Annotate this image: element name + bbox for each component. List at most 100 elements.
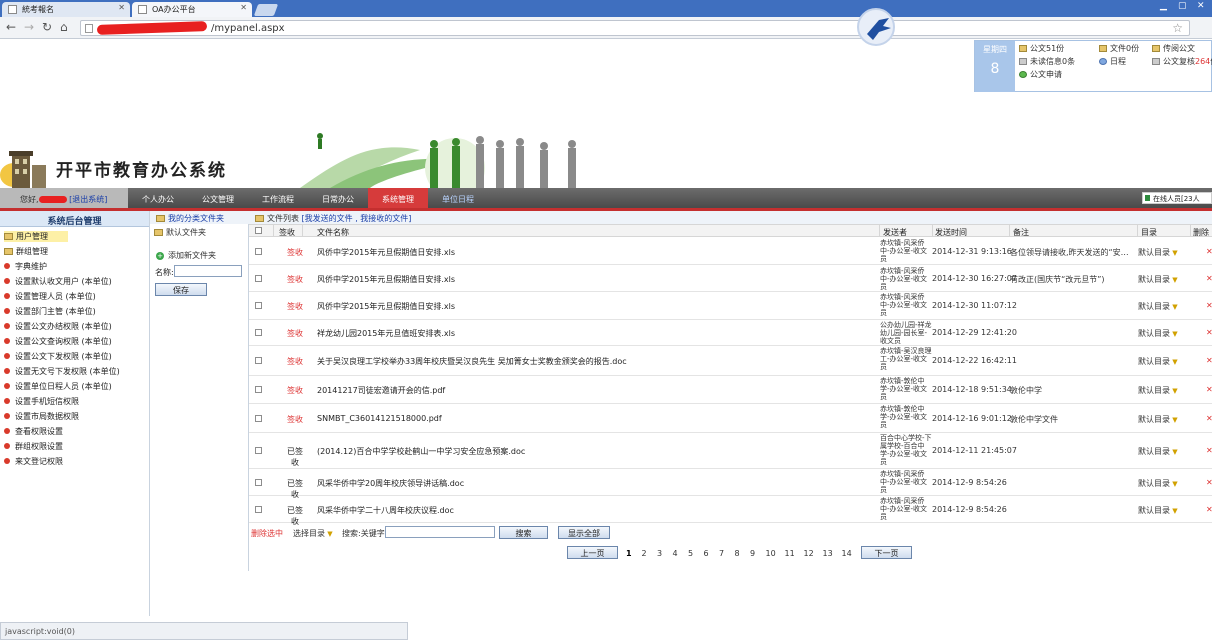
sidebar-item-register-permission[interactable]: 来文登记权限 [4,456,63,467]
file-name-link[interactable]: 风采华侨中学二十八周年校庆议程.doc [317,505,454,516]
nav-system[interactable]: 系统管理 [368,188,428,208]
prev-page-button[interactable]: 上一页 [567,546,618,559]
page-number-link[interactable]: 6 [704,549,709,558]
sidebar-item-dept-head[interactable]: 设置部门主管 (本单位) [4,306,96,317]
browser-tab-2[interactable]: OA办公平台 ✕ [132,2,252,17]
default-folder[interactable]: 默认文件夹 [154,227,206,238]
sidebar-item-issue-permission[interactable]: 设置公文下发权限 (本单位) [4,351,112,362]
sidebar-item-dictionary[interactable]: 字典维护 [4,261,47,272]
window-close-icon[interactable]: ✕ [1197,1,1205,11]
sign-status[interactable]: 签收 [285,385,305,396]
page-number-link[interactable]: 1 [626,549,632,558]
new-tab-button[interactable] [253,4,279,16]
sidebar-item-close-permission[interactable]: 设置公文办结权限 (本单位) [4,321,112,332]
sidebar-item-schedule-staff[interactable]: 设置单位日程人员 (本单位) [4,381,112,392]
info-unread-messages[interactable]: 未读信息0条 [1019,56,1075,67]
table-row[interactable]: 签收 关于吴汉良理工学校举办33周年校庆暨吴汉良先生 吴加箐女士奖教金颁奖会的报告… [249,346,1212,376]
delete-x-icon[interactable]: ✕ [1206,274,1212,283]
delete-selected-link[interactable]: 删除选中 [251,528,283,539]
page-number-link[interactable]: 7 [719,549,724,558]
directory-dropdown[interactable]: 默认目录 ▼ [1138,247,1178,258]
minimize-icon[interactable]: ▁ [1160,1,1167,11]
back-arrow-icon[interactable]: ← [6,20,16,34]
row-checkbox[interactable] [255,357,262,364]
row-checkbox[interactable] [255,415,262,422]
close-tab-icon[interactable]: ✕ [118,3,125,12]
page-number-link[interactable]: 11 [785,549,795,558]
home-icon[interactable]: ⌂ [60,20,68,34]
page-number-link[interactable]: 2 [642,549,647,558]
sidebar-item-sms-permission[interactable]: 设置手机短信权限 [4,396,79,407]
table-row[interactable]: 签收 风侨中学2015年元旦假期值日安排.xls 赤坎镇-风采侨中-办公室-收文员 2… [249,266,1212,292]
bookmark-star-icon[interactable]: ☆ [1172,21,1183,35]
select-directory-dropdown[interactable]: 选择目录 ▼ [293,528,333,539]
directory-dropdown[interactable]: 默认目录 ▼ [1138,274,1178,285]
sent-received-links[interactable]: [我发送的文件 , 我接收的文件] [302,214,412,223]
sidebar-item-nonumber-permission[interactable]: 设置无文号下发权限 (本单位) [4,366,120,377]
page-number-link[interactable]: 12 [804,549,814,558]
page-number-link[interactable]: 10 [766,549,776,558]
table-row[interactable]: 签收 祥龙幼儿园2015年元旦值班安排表.xls 公办幼儿园-祥龙幼儿园-园长室-收… [249,320,1212,346]
add-folder-link[interactable]: + 添加新文件夹 [156,250,216,261]
reload-icon[interactable]: ↻ [42,20,52,34]
sign-status[interactable]: 签收 [285,247,305,258]
sidebar-item-data-permission[interactable]: 设置市局数据权限 [4,411,79,422]
sign-status[interactable]: 签收 [285,301,305,312]
select-all-checkbox[interactable] [255,227,262,234]
page-number-link[interactable]: 13 [823,549,833,558]
browser-tab-1[interactable]: 統考報名 ✕ [2,2,130,17]
file-name-link[interactable]: SNMBT_C36014121518000.pdf [317,414,442,423]
row-checkbox[interactable] [255,329,262,336]
folder-name-input[interactable] [174,265,242,277]
sidebar-item-default-receiver[interactable]: 设置默认收文用户 (本单位) [4,276,112,287]
page-number-link[interactable]: 9 [750,549,755,558]
file-name-link[interactable]: 风侨中学2015年元旦假期值日安排.xls [317,301,455,312]
info-official-docs[interactable]: 公文51份 [1019,43,1064,54]
info-review-docs[interactable]: 公文复核264份 [1152,56,1212,67]
close-tab-icon[interactable]: ✕ [240,3,247,12]
sidebar-item-group-permission[interactable]: 群组权限设置 [4,441,63,452]
save-folder-button[interactable]: 保存 [155,283,207,296]
sign-status[interactable]: 签收 [285,356,305,367]
delete-x-icon[interactable]: ✕ [1206,446,1212,455]
page-number-link[interactable]: 4 [673,549,678,558]
delete-x-icon[interactable]: ✕ [1206,247,1212,256]
online-users[interactable]: 在线人员[23人 [1142,192,1212,204]
row-checkbox[interactable] [255,506,262,513]
sidebar-item-user-management[interactable]: 用户管理 [4,231,68,242]
directory-dropdown[interactable]: 默认目录 ▼ [1138,385,1178,396]
delete-x-icon[interactable]: ✕ [1206,385,1212,394]
search-button[interactable]: 搜索 [499,526,548,539]
page-number-link[interactable]: 8 [735,549,740,558]
info-doc-request[interactable]: 公文申请 [1019,69,1062,80]
delete-x-icon[interactable]: ✕ [1206,328,1212,337]
info-circulated-docs[interactable]: 传阅公文 [1152,43,1195,54]
maximize-icon[interactable]: ▢ [1178,1,1187,11]
row-checkbox[interactable] [255,386,262,393]
table-row[interactable]: 已签收 风采华侨中学二十八周年校庆议程.doc 赤坎镇-风采侨中-办公室-收文员 20… [249,496,1212,526]
search-input[interactable] [385,526,495,538]
sidebar-item-admins[interactable]: 设置管理人员 (本单位) [4,291,96,302]
sidebar-item-view-permission[interactable]: 查看权限设置 [4,426,63,437]
file-name-link[interactable]: 风侨中学2015年元旦假期值日安排.xls [317,274,455,285]
logout-link[interactable]: [退出系统] [69,195,107,204]
delete-x-icon[interactable]: ✕ [1206,505,1212,514]
sign-status[interactable]: 签收 [285,414,305,425]
page-number-link[interactable]: 5 [688,549,693,558]
info-schedule[interactable]: 日程 [1099,56,1126,67]
directory-dropdown[interactable]: 默认目录 ▼ [1138,356,1178,367]
file-name-link[interactable]: 祥龙幼儿园2015年元旦值班安排表.xls [317,328,455,339]
page-number-link[interactable]: 3 [657,549,662,558]
nav-daily[interactable]: 日常办公 [308,188,368,208]
sidebar-item-query-permission[interactable]: 设置公文查询权限 (本单位) [4,336,112,347]
nav-workflow[interactable]: 工作流程 [248,188,308,208]
file-name-link[interactable]: 20141217司徒宏邀请开会的信.pdf [317,385,445,396]
delete-x-icon[interactable]: ✕ [1206,301,1212,310]
row-checkbox[interactable] [255,248,262,255]
file-name-link[interactable]: 关于吴汉良理工学校举办33周年校庆暨吴汉良先生 吴加箐女士奖教金颁奖会的报告.d… [317,356,627,367]
delete-x-icon[interactable]: ✕ [1206,478,1212,487]
page-number-link[interactable]: 14 [842,549,852,558]
sidebar-item-groups[interactable]: 群组管理 [4,246,48,257]
row-checkbox[interactable] [255,302,262,309]
show-all-button[interactable]: 显示全部 [558,526,610,539]
